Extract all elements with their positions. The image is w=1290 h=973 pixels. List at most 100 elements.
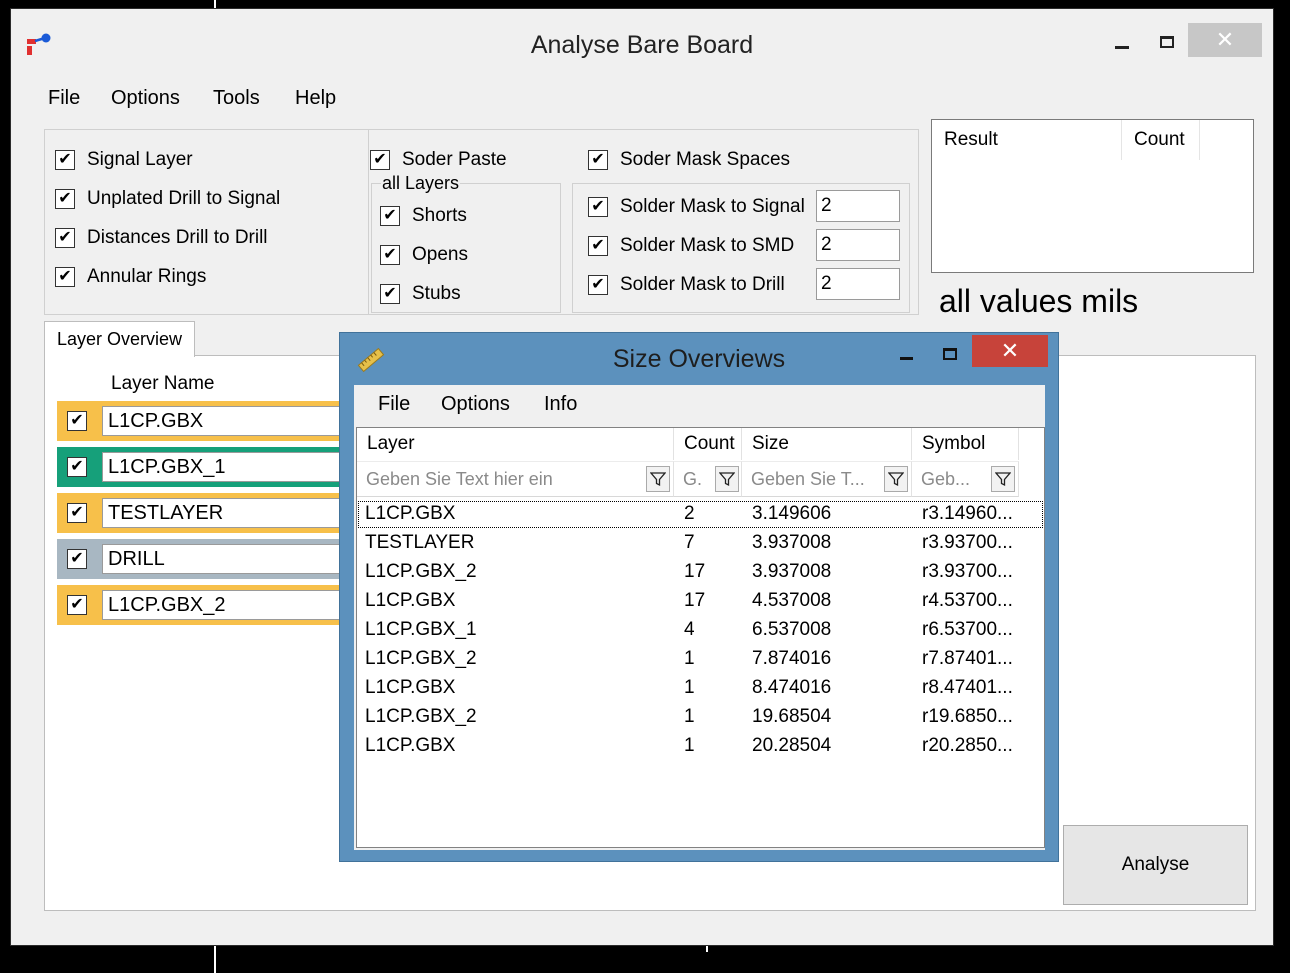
- minimize-button[interactable]: [1104, 25, 1140, 59]
- table-row[interactable]: TESTLAYER 7 3.937008 r3.93700...: [357, 529, 1044, 558]
- solder-mask-drill-input[interactable]: 2: [816, 268, 900, 300]
- table-row[interactable]: L1CP.GBX_2 1 19.68504 r19.6850...: [357, 703, 1044, 732]
- checkbox-annular-rings[interactable]: ✔ Annular Rings: [55, 266, 206, 288]
- cell-count: 7: [684, 532, 695, 553]
- checkbox-label: Soder Mask Spaces: [620, 149, 791, 170]
- close-button[interactable]: ✕: [1188, 23, 1262, 57]
- layer-name: L1CP.GBX: [102, 406, 347, 436]
- checkbox[interactable]: ✔: [380, 245, 400, 265]
- checkbox[interactable]: ✔: [67, 595, 87, 615]
- checkbox[interactable]: ✔: [55, 228, 75, 248]
- checkbox-distances-drill[interactable]: ✔ Distances Drill to Drill: [55, 227, 268, 249]
- checkbox-solder-mask-signal[interactable]: ✔ Solder Mask to Signal: [588, 196, 805, 218]
- checkbox-solder-mask-drill[interactable]: ✔ Solder Mask to Drill: [588, 274, 785, 296]
- checkbox-unplated-drill[interactable]: ✔ Unplated Drill to Signal: [55, 188, 280, 210]
- checkbox-label: Distances Drill to Drill: [87, 227, 268, 248]
- table-row[interactable]: L1CP.GBX 2 3.149606 r3.14960...: [357, 500, 1044, 529]
- cell-symbol: r8.47401...: [922, 677, 1013, 698]
- table-row[interactable]: L1CP.GBX 1 20.28504 r20.2850...: [357, 732, 1044, 761]
- result-column-header[interactable]: Result: [932, 120, 1122, 160]
- filter-icon: [719, 472, 735, 487]
- tab-layer-overview[interactable]: Layer Overview: [44, 321, 195, 357]
- cell-symbol: r6.53700...: [922, 619, 1013, 640]
- solder-mask-signal-input[interactable]: 2: [816, 190, 900, 222]
- cell-count: 1: [684, 706, 695, 727]
- layer-filter-input[interactable]: Geben Sie Text hier ein: [357, 461, 674, 497]
- checkbox[interactable]: ✔: [588, 236, 608, 256]
- table-row[interactable]: L1CP.GBX_2 1 7.874016 r7.87401...: [357, 645, 1044, 674]
- dialog-client-area: File Options Info Layer Count Size Symbo…: [354, 385, 1045, 850]
- layer-column-header[interactable]: Layer: [357, 428, 674, 460]
- checkbox-solder-mask-smd[interactable]: ✔ Solder Mask to SMD: [588, 235, 794, 257]
- layer-row[interactable]: ✔ L1CP.GBX_1: [57, 447, 347, 487]
- checkbox[interactable]: ✔: [588, 275, 608, 295]
- filter-icon[interactable]: [991, 466, 1015, 492]
- checkbox-label: Shorts: [412, 205, 467, 226]
- checkbox[interactable]: ✔: [55, 150, 75, 170]
- checkbox-solder-mask-spaces[interactable]: ✔ Soder Mask Spaces: [588, 149, 790, 171]
- size-grid[interactable]: Layer Count Size Symbol Geben Sie Text h…: [356, 427, 1045, 848]
- maximize-icon: [943, 348, 957, 360]
- checkbox[interactable]: ✔: [67, 503, 87, 523]
- count-column-header[interactable]: Count: [1122, 120, 1200, 160]
- dialog-maximize-button[interactable]: [932, 339, 968, 369]
- layer-row[interactable]: ✔ TESTLAYER: [57, 493, 347, 533]
- menu-tools[interactable]: Tools: [213, 87, 260, 110]
- filter-icon[interactable]: [884, 466, 908, 492]
- checkbox[interactable]: ✔: [380, 206, 400, 226]
- checkbox[interactable]: ✔: [588, 150, 608, 170]
- checkbox-label: Annular Rings: [87, 266, 207, 287]
- cell-count: 17: [684, 590, 706, 611]
- cell-symbol: r3.93700...: [922, 561, 1013, 582]
- checkbox-solder-paste[interactable]: ✔ Soder Paste: [370, 149, 507, 171]
- title-bar[interactable]: Analyse Bare Board ✕: [11, 9, 1273, 75]
- filter-icon[interactable]: [646, 466, 670, 492]
- symbol-column-header[interactable]: Symbol: [912, 428, 1019, 460]
- analyse-button[interactable]: Analyse: [1063, 825, 1248, 905]
- count-column-header[interactable]: Count: [674, 428, 742, 460]
- table-row[interactable]: L1CP.GBX_1 4 6.537008 r6.53700...: [357, 616, 1044, 645]
- size-column-header[interactable]: Size: [742, 428, 912, 460]
- checkbox-label: Solder Mask to Drill: [620, 274, 785, 295]
- table-row[interactable]: L1CP.GBX 1 8.474016 r8.47401...: [357, 674, 1044, 703]
- cell-count: 1: [684, 677, 695, 698]
- menu-options[interactable]: Options: [111, 87, 180, 110]
- dialog-menu-options[interactable]: Options: [441, 393, 510, 416]
- cell-layer: L1CP.GBX_2: [365, 706, 477, 727]
- checkbox-signal-layer[interactable]: ✔ Signal Layer: [55, 149, 193, 171]
- dialog-close-button[interactable]: ✕: [972, 335, 1048, 367]
- checkbox[interactable]: ✔: [380, 284, 400, 304]
- checkbox[interactable]: ✔: [67, 411, 87, 431]
- checkbox[interactable]: ✔: [55, 189, 75, 209]
- layer-row[interactable]: ✔ DRILL: [57, 539, 347, 579]
- dialog-menu-file[interactable]: File: [378, 393, 410, 416]
- checkbox[interactable]: ✔: [370, 150, 390, 170]
- checkbox-stubs[interactable]: ✔ Stubs: [380, 283, 461, 305]
- table-row[interactable]: L1CP.GBX 17 4.537008 r4.53700...: [357, 587, 1044, 616]
- layer-name: DRILL: [102, 544, 347, 574]
- result-list[interactable]: Result Count: [931, 119, 1254, 273]
- filter-icon[interactable]: [715, 466, 739, 492]
- menu-help[interactable]: Help: [295, 87, 336, 110]
- dialog-minimize-button[interactable]: [888, 339, 924, 369]
- checkbox[interactable]: ✔: [67, 549, 87, 569]
- checkbox-shorts[interactable]: ✔ Shorts: [380, 205, 467, 227]
- table-row[interactable]: L1CP.GBX_2 17 3.937008 r3.93700...: [357, 558, 1044, 587]
- maximize-button[interactable]: [1149, 25, 1185, 59]
- dialog-menu-bar: File Options Info: [354, 385, 1045, 425]
- checkbox[interactable]: ✔: [588, 197, 608, 217]
- cell-layer: L1CP.GBX: [365, 590, 456, 611]
- checkbox[interactable]: ✔: [55, 267, 75, 287]
- layer-row[interactable]: ✔ L1CP.GBX_2: [57, 585, 347, 625]
- cell-size: 3.937008: [752, 561, 832, 582]
- layer-row[interactable]: ✔ L1CP.GBX: [57, 401, 347, 441]
- cell-size: 20.28504: [752, 735, 832, 756]
- minimize-icon: [1115, 45, 1129, 49]
- cell-size: 19.68504: [752, 706, 832, 727]
- menu-file[interactable]: File: [48, 87, 80, 110]
- checkbox[interactable]: ✔: [67, 457, 87, 477]
- solder-mask-smd-input[interactable]: 2: [816, 229, 900, 261]
- checkbox-label: Solder Mask to SMD: [620, 235, 795, 256]
- checkbox-opens[interactable]: ✔ Opens: [380, 244, 468, 266]
- dialog-menu-info[interactable]: Info: [544, 393, 577, 416]
